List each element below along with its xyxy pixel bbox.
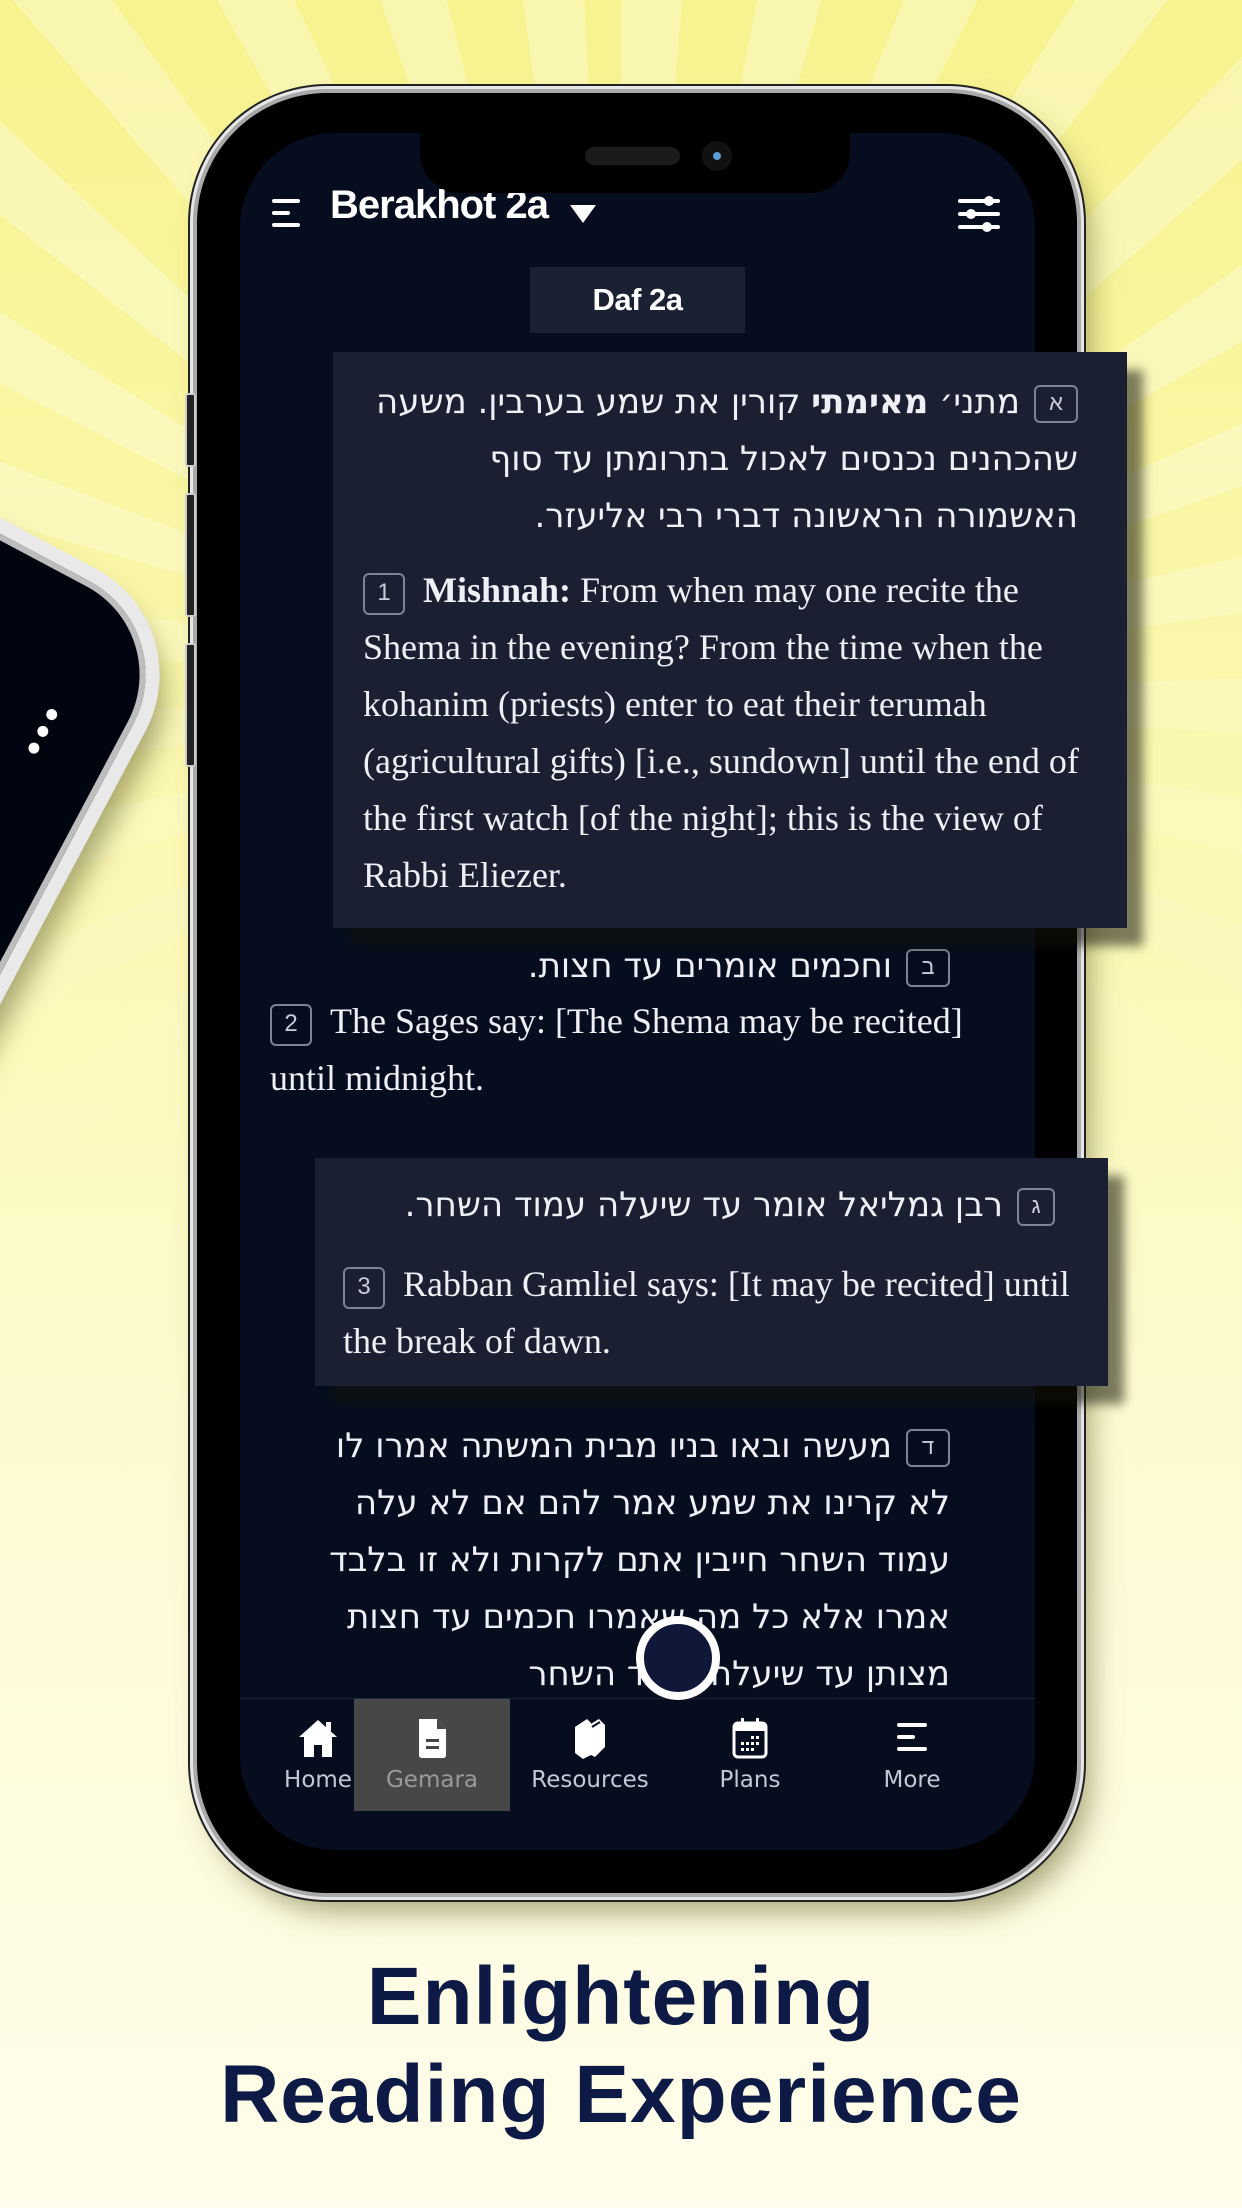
hebrew-marker: ב (906, 948, 950, 987)
volume-up-button (185, 493, 196, 617)
front-camera (702, 141, 732, 171)
daf-label[interactable]: Daf 2a (530, 267, 745, 333)
passage-2-english: 2 The Sages say: [The Shema may be recite… (270, 993, 1010, 1107)
english-text: The Sages say: [The Shema may be recited… (270, 1001, 963, 1098)
hamburger-menu-icon[interactable] (272, 199, 302, 227)
passage-3-hebrew: ג רבן גמליאל אומר עד שיעלה עמוד השחר. (355, 1180, 1055, 1230)
hebrew-text: רבן גמליאל אומר עד שיעלה עמוד השחר. (404, 1185, 1003, 1225)
passage-1-hebrew: אמתני׳ מאימתי קורין את שמע בערבין. משעה … (373, 374, 1078, 545)
tab-label: Plans (719, 1767, 781, 1793)
headline-line-2: Reading Experience (220, 2049, 1022, 2140)
hebrew-text: וחכמים אומרים עד חצות. (527, 946, 892, 986)
play-icon (667, 1640, 686, 1664)
hebrew-marker: ד (906, 1428, 950, 1467)
passage-3-card[interactable]: ג רבן גמליאל אומר עד שיעלה עמוד השחר. 3 Ra… (315, 1158, 1108, 1386)
document-icon (419, 1719, 446, 1758)
tab-more[interactable]: More (834, 1699, 990, 1811)
passage-number: 2 (270, 1003, 312, 1046)
volume-down-button (185, 643, 196, 767)
passage-2-hebrew: ב וחכמים אומרים עד חצות. (270, 941, 950, 991)
hebrew-prefix: מתני׳ (939, 382, 1020, 422)
sliders-icon[interactable] (958, 193, 1000, 235)
tab-label: Resources (531, 1767, 649, 1793)
tab-resources[interactable]: Resources (512, 1699, 668, 1811)
passage-4-hebrew: דמעשה ובאו בניו מבית המשתה אמרו לו לא קר… (320, 1418, 950, 1703)
passage-number: 3 (343, 1266, 385, 1309)
headline-line-1: Enlightening (366, 1951, 876, 2042)
bottom-tab-bar: Home Gemara Resources Plans More (240, 1698, 1035, 1850)
home-icon (299, 1720, 337, 1757)
tab-label: More (883, 1767, 941, 1793)
caret-down-icon[interactable] (570, 205, 596, 223)
more-vertical-icon (23, 707, 60, 763)
hebrew-bold: מאימתי (811, 382, 929, 422)
passage-1-english: 1 Mishnah: From when may one recite the S… (363, 562, 1103, 904)
notch (420, 133, 850, 193)
audio-play-button[interactable] (636, 1616, 720, 1700)
books-icon (575, 1719, 605, 1759)
english-text: From when may one recite the Shema in th… (363, 570, 1079, 895)
passage-number: 1 (363, 572, 405, 615)
english-text: Rabban Gamliel says: [It may be recited]… (343, 1264, 1070, 1361)
speaker-grille (585, 147, 680, 165)
calendar-icon (732, 1718, 768, 1759)
tab-gemara[interactable]: Gemara (354, 1699, 510, 1811)
hebrew-marker: א (1034, 384, 1078, 423)
mute-switch (185, 393, 196, 467)
passage-3-english: 3 Rabban Gamliel says: [It may be recited… (343, 1256, 1083, 1370)
tab-plans[interactable]: Plans (672, 1699, 828, 1811)
tab-label: Gemara (385, 1767, 479, 1793)
hebrew-marker: ג (1017, 1187, 1055, 1226)
menu-icon (897, 1723, 927, 1751)
english-bold: Mishnah: (423, 570, 572, 610)
passage-1-card[interactable]: אמתני׳ מאימתי קורין את שמע בערבין. משעה … (333, 352, 1127, 928)
